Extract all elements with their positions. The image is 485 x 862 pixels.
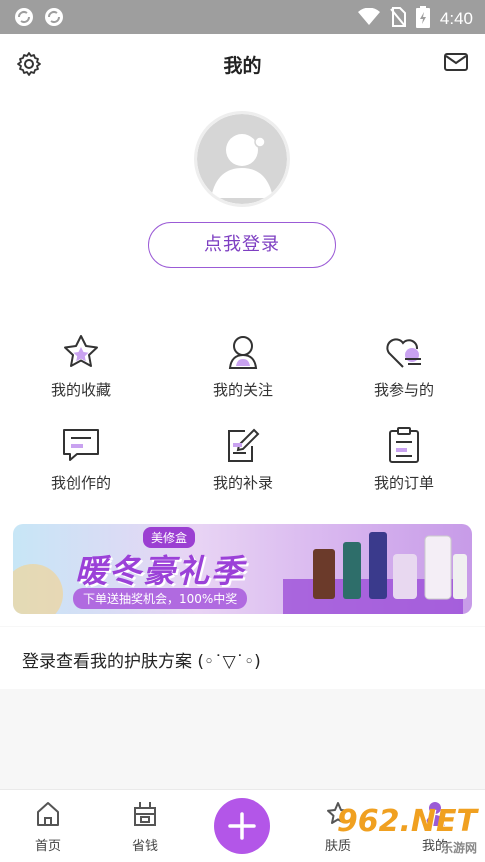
heart-participate-icon xyxy=(323,333,485,371)
grid-item-created[interactable]: 我创作的 xyxy=(0,426,162,516)
grid-item-orders[interactable]: 我的订单 xyxy=(323,426,485,516)
avatar[interactable] xyxy=(194,111,290,207)
chat-create-icon xyxy=(0,426,162,464)
save-money-icon xyxy=(131,802,159,832)
banner-subtitle: 下单送抽奖机会，100%中奖 xyxy=(73,588,248,609)
nav-label: 省钱 xyxy=(131,839,158,854)
star-icon xyxy=(0,333,162,371)
skin-plan-text: 登录查看我的护肤方案 (◦˙▽˙◦) xyxy=(22,652,261,672)
grid-item-label: 我参与的 xyxy=(373,381,434,399)
nav-item-save-money[interactable]: 省钱 xyxy=(110,800,180,854)
watermark-site: 乐游网 xyxy=(440,841,477,855)
grid-item-label: 我创作的 xyxy=(50,474,111,492)
sync-icon xyxy=(14,7,34,31)
create-plus-button[interactable] xyxy=(214,798,270,854)
status-time: 4:40 xyxy=(439,9,473,28)
clipboard-order-icon xyxy=(323,426,485,464)
grid-item-supplement[interactable]: 我的补录 xyxy=(162,426,324,516)
plus-icon xyxy=(214,812,270,858)
status-bar: 4:40 xyxy=(0,0,485,34)
grid-item-participated[interactable]: 我参与的 xyxy=(323,333,485,423)
sync-icon xyxy=(44,7,64,31)
nav-label: 首页 xyxy=(34,839,61,854)
mail-icon[interactable] xyxy=(444,52,468,76)
grid-item-label: 我的补录 xyxy=(212,474,273,492)
wifi-icon xyxy=(357,7,380,30)
user-follow-icon xyxy=(162,333,324,371)
page-title: 我的 xyxy=(223,55,262,77)
battery-icon xyxy=(415,6,430,32)
grid-item-favorites[interactable]: 我的收藏 xyxy=(0,333,162,423)
edit-note-icon xyxy=(162,426,324,464)
top-bar: 我的 xyxy=(0,34,485,92)
home-icon xyxy=(34,802,62,832)
skin-plan-row[interactable]: 登录查看我的护肤方案 (◦˙▽˙◦) xyxy=(0,627,485,689)
promo-banner[interactable]: 美修盒 暖冬豪礼季 下单送抽奖机会，100%中奖 xyxy=(13,524,472,614)
grid-item-following[interactable]: 我的关注 xyxy=(162,333,324,423)
grid-item-label: 我的订单 xyxy=(373,474,434,492)
promo-banner-section: 美修盒 暖冬豪礼季 下单送抽奖机会，100%中奖 xyxy=(0,514,485,626)
login-button[interactable]: 点我登录 xyxy=(148,222,336,268)
watermark-logo: 962.NET 乐游网 xyxy=(337,804,477,856)
nav-item-home[interactable]: 首页 xyxy=(13,800,83,854)
grid-item-label: 我的收藏 xyxy=(50,381,111,399)
banner-tag: 美修盒 xyxy=(143,527,196,548)
watermark-brand: 962.NET xyxy=(336,804,477,839)
no-sim-icon xyxy=(390,7,406,31)
feature-grid: 我的收藏 我的关注 我参与的 我创作的 我的补录 我的订单 xyxy=(0,295,485,514)
bottom-nav: 首页 省钱 肤质 我的 962.NET 乐游网 xyxy=(0,789,485,862)
status-right-icons: 4:40 xyxy=(357,6,473,32)
grid-item-label: 我的关注 xyxy=(212,381,273,399)
status-left-icons xyxy=(14,7,64,31)
banner-headline: 暖冬豪礼季 xyxy=(75,552,246,590)
